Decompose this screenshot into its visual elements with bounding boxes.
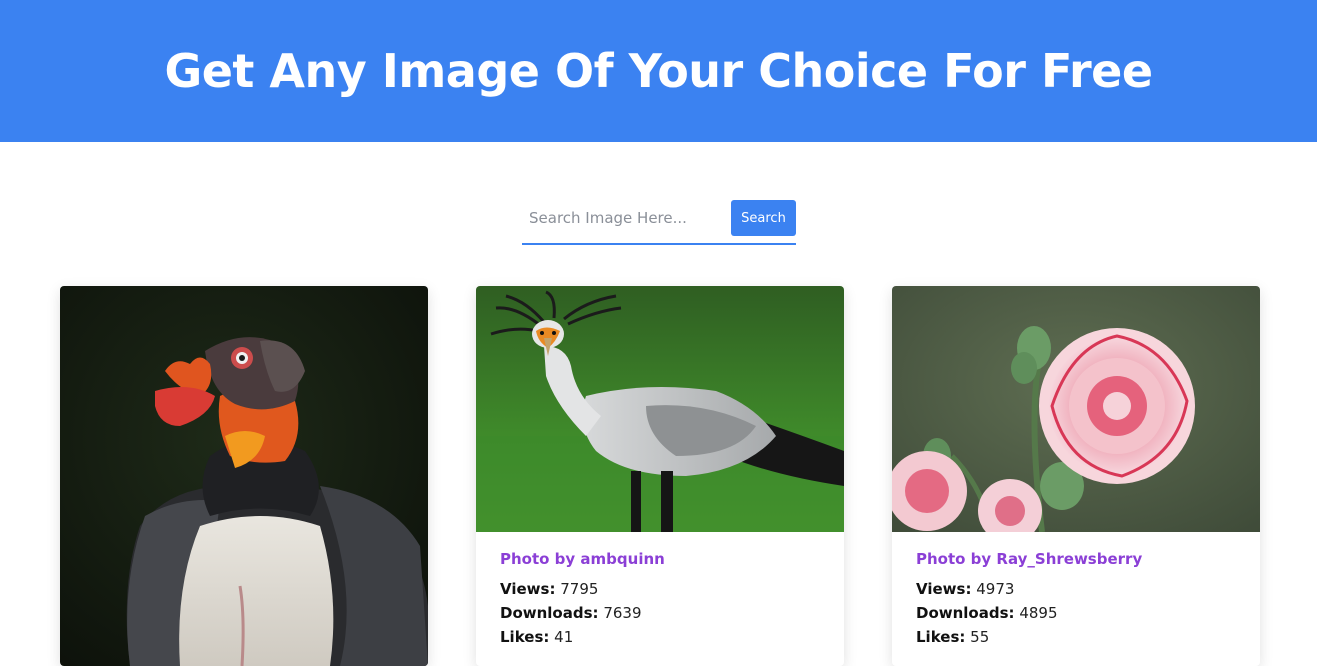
downloads-value: 7639 [603, 604, 642, 622]
photo-author[interactable]: Photo by ambquinn [500, 550, 665, 568]
search-input[interactable] [522, 201, 729, 235]
views-label: Views: [916, 580, 972, 598]
king-vulture-photo[interactable] [60, 286, 428, 666]
photo-info: Photo by Ray_Shrewsberry Views: 4973 Dow… [916, 550, 1142, 649]
image-card[interactable]: Photo by ambquinn Views: 7795 Downloads:… [476, 286, 844, 666]
likes-value: 55 [970, 628, 990, 646]
search-button[interactable]: Search [731, 200, 796, 236]
views-stat: Views: 7795 [500, 577, 665, 601]
image-card[interactable]: Photo by Ray_Shrewsberry Views: 4973 Dow… [892, 286, 1260, 666]
carnation-flower-photo[interactable] [892, 286, 1260, 532]
downloads-label: Downloads: [500, 604, 599, 622]
page-title: Get Any Image Of Your Choice For Free [164, 44, 1153, 98]
downloads-stat: Downloads: 7639 [500, 601, 665, 625]
likes-value: 41 [554, 628, 574, 646]
views-stat: Views: 4973 [916, 577, 1142, 601]
downloads-label: Downloads: [916, 604, 1015, 622]
photo-info: Photo by ambquinn Views: 7795 Downloads:… [500, 550, 665, 649]
likes-label: Likes: [500, 628, 550, 646]
secretary-bird-photo[interactable] [476, 286, 844, 532]
views-value: 7795 [560, 580, 599, 598]
likes-stat: Likes: 55 [916, 625, 1142, 649]
likes-label: Likes: [916, 628, 966, 646]
views-label: Views: [500, 580, 556, 598]
page-header: Get Any Image Of Your Choice For Free [0, 0, 1317, 142]
photo-author[interactable]: Photo by Ray_Shrewsberry [916, 550, 1142, 568]
image-card[interactable] [60, 286, 428, 666]
likes-stat: Likes: 41 [500, 625, 665, 649]
views-value: 4973 [976, 580, 1015, 598]
search-bar: Search [522, 199, 796, 245]
downloads-value: 4895 [1019, 604, 1058, 622]
downloads-stat: Downloads: 4895 [916, 601, 1142, 625]
